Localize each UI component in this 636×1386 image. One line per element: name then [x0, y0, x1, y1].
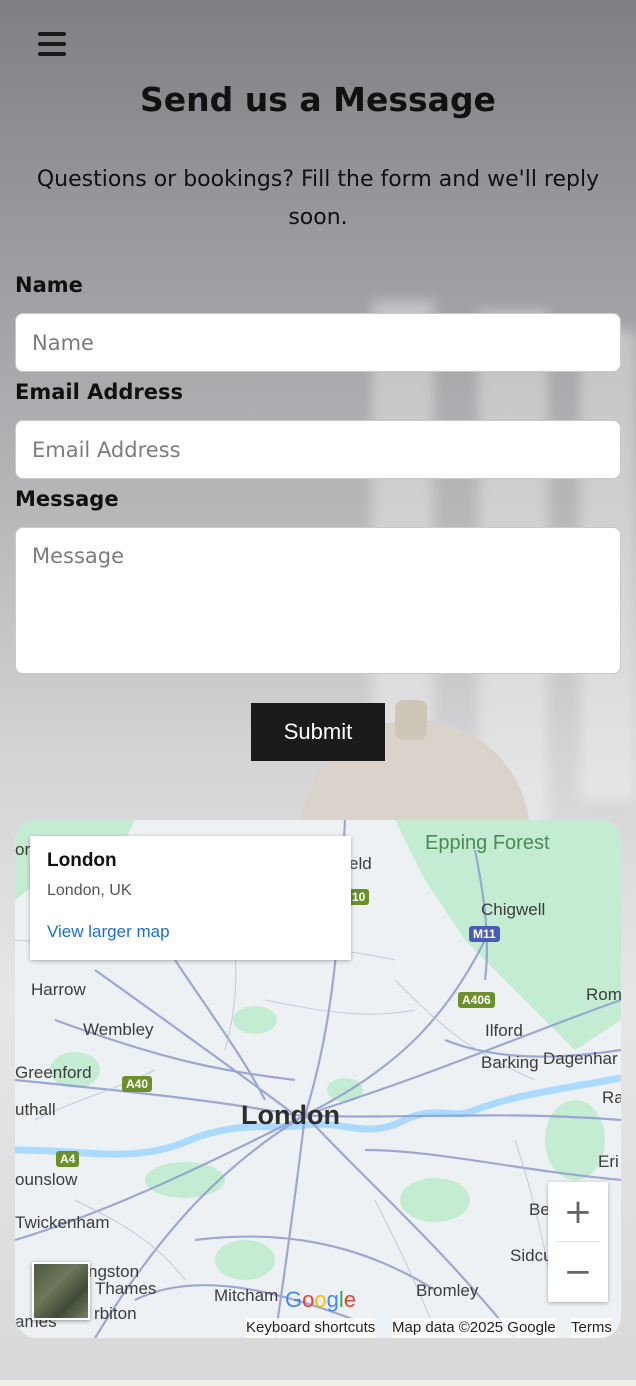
page-title: Send us a Message	[140, 80, 496, 119]
road-badge-m11: M11	[469, 926, 500, 942]
map-info-subtitle: London, UK	[47, 882, 132, 899]
satellite-view-toggle[interactable]	[32, 1262, 90, 1320]
email-label: Email Address	[15, 380, 184, 404]
map-label-ilford: Ilford	[485, 1021, 523, 1040]
name-label: Name	[15, 273, 83, 297]
map-label-erith: Eri	[598, 1152, 619, 1171]
map-label-wembley: Wembley	[83, 1020, 154, 1039]
message-textarea[interactable]	[15, 527, 621, 674]
map-zoom-control: + −	[548, 1182, 608, 1302]
map-label-hounslow: ounslow	[15, 1170, 78, 1189]
map-label-bromley: Bromley	[416, 1281, 479, 1300]
road-badge-a4: A4	[56, 1151, 80, 1167]
map-data-attribution: Map data ©2025 Google	[392, 1318, 556, 1338]
background-vase-neck	[395, 700, 427, 740]
map-label-enfield: eld	[349, 854, 372, 873]
zoom-out-button[interactable]: −	[548, 1242, 608, 1302]
map-label-chigwell: Chigwell	[481, 900, 546, 919]
map-label-rainham: Ra	[602, 1088, 621, 1107]
page-bottom-strip	[0, 1380, 636, 1386]
map-label-harrow: Harrow	[31, 980, 86, 999]
road-badge-a40: A40	[122, 1076, 153, 1092]
map-label-romford: Rom	[586, 985, 621, 1004]
embedded-map[interactable]: Epping Forest Chigwell Harrow Wembley Il…	[15, 820, 621, 1338]
map-info-card: London London, UK View larger map	[30, 836, 351, 960]
menu-bar	[38, 52, 66, 56]
menu-bar	[38, 32, 66, 36]
map-label-mitcham: Mitcham	[214, 1286, 279, 1305]
map-label-dagenham: Dagenhar	[543, 1049, 618, 1068]
map-label-surbiton: rbiton	[94, 1304, 137, 1323]
page-subtitle: Questions or bookings? Fill the form and…	[36, 167, 600, 230]
map-label-thames: Thames	[95, 1279, 157, 1298]
submit-button[interactable]: Submit	[251, 703, 385, 761]
map-info-title: London	[47, 850, 117, 871]
hamburger-menu-icon[interactable]	[36, 30, 68, 58]
map-label-greenford: Greenford	[15, 1063, 92, 1082]
email-input[interactable]	[15, 420, 621, 479]
terms-link[interactable]: Terms	[571, 1318, 612, 1338]
map-center-label-london: London	[241, 1100, 340, 1130]
map-label-twickenham: Twickenham	[15, 1213, 110, 1232]
zoom-in-button[interactable]: +	[548, 1182, 608, 1242]
map-label-southall: uthall	[15, 1100, 56, 1119]
map-label-barking: Barking	[481, 1053, 539, 1072]
map-label-bexley: Be	[529, 1200, 550, 1219]
message-label: Message	[15, 487, 119, 511]
road-badge-a10: 10	[348, 889, 370, 905]
keyboard-shortcuts-link[interactable]: Keyboard shortcuts	[246, 1318, 376, 1338]
road-badge-a406: A406	[458, 992, 495, 1008]
view-larger-map-link[interactable]: View larger map	[47, 922, 334, 942]
google-logo: Google	[285, 1287, 357, 1312]
map-label-sidcup: Sidcu	[510, 1246, 553, 1265]
menu-bar	[38, 42, 66, 46]
map-label-epping-forest: Epping Forest	[425, 832, 550, 854]
name-input[interactable]	[15, 313, 621, 372]
